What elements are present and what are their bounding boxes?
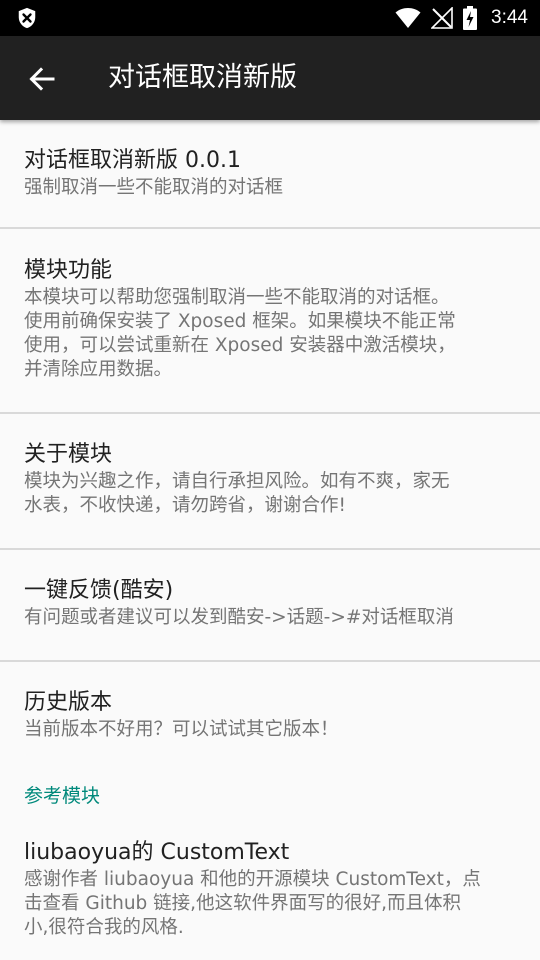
no-signal-icon — [431, 7, 453, 29]
status-icons: 3:44 — [395, 0, 528, 36]
toolbar-title: 对话框取消新版 — [108, 62, 297, 93]
pref-summary-line: 使用前确保安装了 Xposed 框架。如果模块不能正常 — [24, 311, 456, 332]
pref-summary: 强制取消一些不能取消的对话框 — [24, 177, 284, 198]
wifi-icon — [395, 8, 421, 28]
pref-summary-line: 并清除应用数据。 — [24, 359, 173, 380]
pref-summary-line: 使用，可以尝试重新在 Xposed 安装器中激活模块， — [24, 335, 456, 356]
pref-summary-line: 击查看 Github 链接,他这软件界面写的很好,而且体积 — [24, 893, 461, 914]
status-bar: 3:44 — [0, 0, 540, 36]
pref-item-features[interactable]: 模块功能 本模块可以帮助您强制取消一些不能取消的对话框。 使用前确保安装了 Xp… — [0, 229, 540, 414]
pref-item-customtext[interactable]: liubaoyua的 CustomText 感谢作者 liubaoyua 和他的… — [0, 822, 540, 940]
pref-title: 对话框取消新版 0.0.1 — [24, 148, 241, 173]
pref-summary: 有问题或者建议可以发到酷安->话题->#对话框取消 — [24, 607, 454, 628]
pref-item-version[interactable]: 对话框取消新版 0.0.1 强制取消一些不能取消的对话框 — [0, 120, 540, 229]
pref-title: liubaoyua的 CustomText — [24, 840, 290, 865]
shield-icon — [18, 7, 36, 29]
pref-summary-line: 模块为兴趣之作，请自行承担风险。如有不爽，家无 — [24, 471, 450, 492]
pref-summary-line: 水表，不收快递，请勿跨省，谢谢合作! — [24, 495, 346, 516]
toolbar: 对话框取消新版 — [0, 36, 540, 120]
pref-summary-line: 本模块可以帮助您强制取消一些不能取消的对话框。 — [24, 287, 450, 308]
pref-title: 模块功能 — [24, 258, 113, 283]
battery-charging-icon — [463, 6, 478, 30]
status-time: 3:44 — [491, 7, 528, 28]
pref-item-feedback[interactable]: 一键反馈(酷安) 有问题或者建议可以发到酷安->话题->#对话框取消 — [0, 550, 540, 662]
pref-title: 一键反馈(酷安) — [24, 578, 174, 603]
pref-item-about[interactable]: 关于模块 模块为兴趣之作，请自行承担风险。如有不爽，家无 水表，不收快递，请勿跨… — [0, 414, 540, 550]
pref-title: 历史版本 — [24, 690, 113, 715]
preference-list: 对话框取消新版 0.0.1 强制取消一些不能取消的对话框 模块功能 本模块可以帮… — [0, 120, 540, 960]
arrow-back-icon[interactable] — [28, 65, 56, 93]
pref-summary-line: 小,很符合我的风格. — [24, 917, 184, 938]
pref-summary-line: 感谢作者 liubaoyua 和他的开源模块 CustomText，点 — [24, 869, 481, 890]
category-header: 参考模块 — [24, 785, 101, 807]
pref-title: 关于模块 — [24, 442, 113, 467]
pref-summary: 当前版本不好用？可以试试其它版本！ — [24, 719, 339, 740]
pref-item-history[interactable]: 历史版本 当前版本不好用？可以试试其它版本！ — [0, 662, 540, 782]
